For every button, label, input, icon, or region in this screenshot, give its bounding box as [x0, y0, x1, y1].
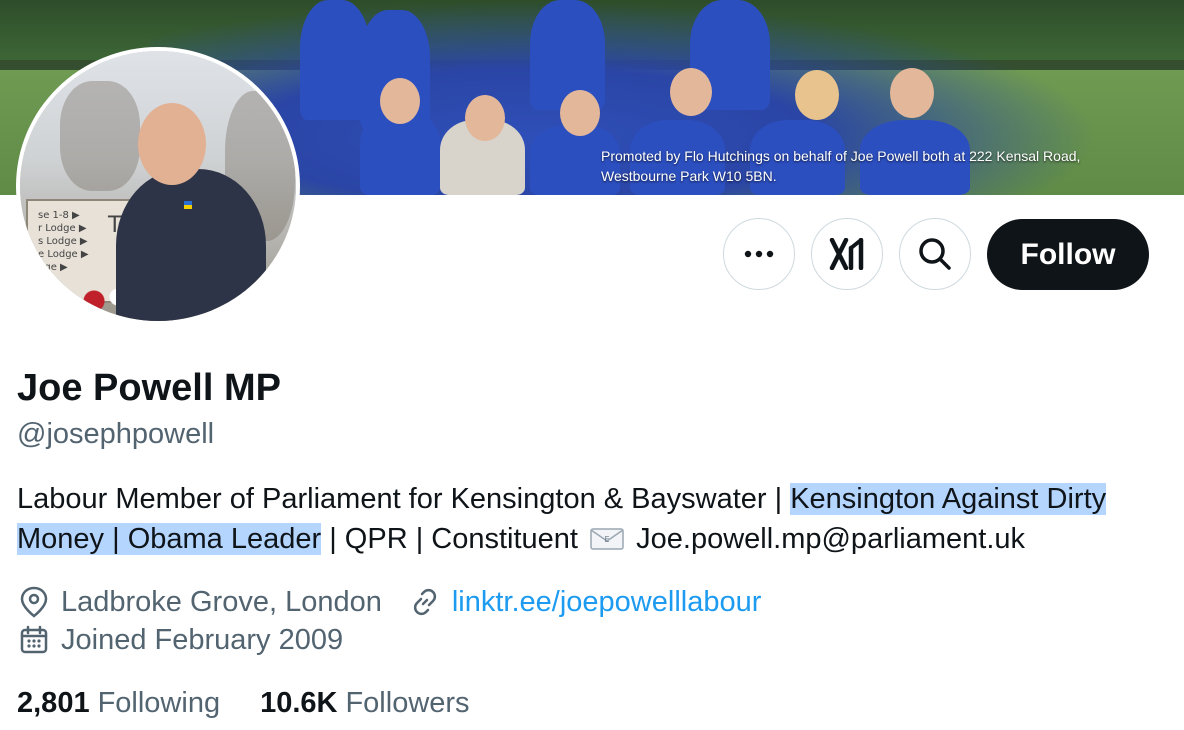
profile-meta-row: Joined February 2009: [19, 622, 343, 658]
follow-button[interactable]: Follow: [987, 219, 1149, 290]
banner-face: [560, 90, 600, 136]
banner-face: [890, 68, 934, 118]
following-label: Following: [97, 687, 221, 719]
avatar-face: [138, 103, 206, 185]
user-handle: @josephpowell: [17, 418, 215, 450]
banner-face: [795, 70, 839, 120]
banner-face: [380, 78, 420, 124]
followers-label: Followers: [345, 687, 470, 719]
banner-face: [670, 68, 712, 116]
ukraine-pin-icon: [184, 201, 192, 209]
svg-text:E: E: [605, 535, 610, 544]
bio-text: Labour Member of Parliament for Kensingt…: [17, 483, 791, 515]
bio-text: | QPR | Constituent: [321, 523, 587, 555]
profile-location: Ladbroke Grove, London: [19, 584, 382, 620]
following-stat[interactable]: 2,801 Following: [17, 685, 220, 721]
grok-button[interactable]: [811, 218, 883, 290]
caption-line: Promoted by Flo Hutchings on behalf of J…: [601, 148, 1081, 164]
avatar-sign-directions: se 1-8 ▶ r Lodge ▶ s Lodge ▶ e Lodge ▶ d…: [38, 210, 89, 286]
followers-count: 10.6K: [260, 687, 338, 719]
caption-line: Westbourne Park W10 5BN.: [601, 168, 777, 184]
banner-face: [465, 95, 505, 141]
profile-stats: 2,801 Following 10.6K Followers: [17, 685, 510, 721]
envelope-icon: E: [590, 528, 624, 550]
bio-email: Joe.powell.mp@parliament.uk: [636, 523, 1026, 555]
avatar-tree: [60, 81, 140, 191]
followers-stat[interactable]: 10.6K Followers: [260, 685, 469, 721]
profile-avatar[interactable]: se 1-8 ▶ r Lodge ▶ s Lodge ▶ e Lodge ▶ d…: [16, 47, 300, 325]
more-button[interactable]: [723, 218, 795, 290]
calendar-icon: [20, 625, 48, 654]
following-count: 2,801: [17, 687, 90, 719]
location-pin-icon: [20, 586, 48, 618]
profile-bio: Labour Member of Parliament for Kensingt…: [17, 479, 1167, 559]
display-name: Joe Powell MP: [17, 367, 281, 409]
link-icon: [413, 588, 436, 616]
profile-website[interactable]: linktr.ee/joepowelllabour: [410, 584, 762, 620]
grok-icon: [829, 238, 864, 270]
joined-text: Joined February 2009: [61, 624, 344, 656]
avatar-person: [116, 169, 266, 321]
profile-meta-row: Ladbroke Grove, London linktr.ee/joepowe…: [19, 584, 761, 620]
website-link[interactable]: linktr.ee/joepowelllabour: [452, 584, 762, 620]
banner-promoted-caption: Promoted by Flo Hutchings on behalf of J…: [601, 146, 1181, 186]
more-icon: [744, 250, 774, 258]
search-button[interactable]: [899, 218, 971, 290]
location-text: Ladbroke Grove, London: [61, 586, 382, 618]
search-icon: [919, 238, 951, 270]
profile-joined: Joined February 2009: [19, 622, 343, 658]
